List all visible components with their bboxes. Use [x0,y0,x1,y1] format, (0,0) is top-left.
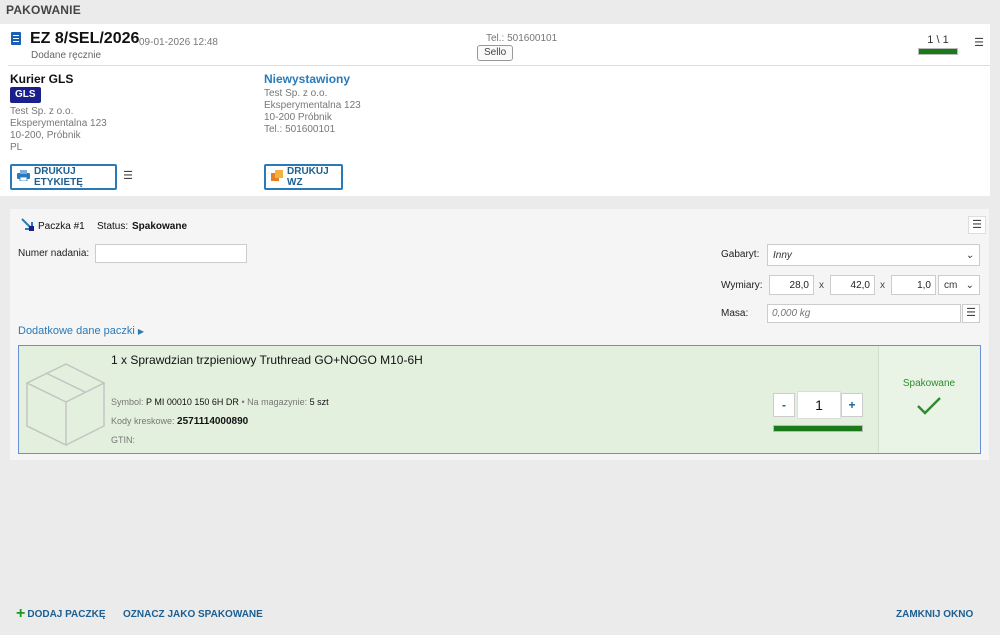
document-source: Dodane ręcznie [31,50,102,61]
mass-menu-icon[interactable]: ☰ [962,304,980,323]
item-packed-label: Spakowane [902,378,956,389]
dimension-unit-value: cm [944,279,958,291]
chevron-down-icon: ⌄ [965,279,974,291]
package-menu-icon[interactable]: ☰ [968,216,986,234]
carrier-address: Test Sp. z o.o. Eksperymentalna 123 10-2… [10,106,107,154]
package-name: Paczka #1 [38,221,85,232]
carrier-address-line: Test Sp. z o.o. [10,106,74,117]
package-arrow-icon [21,218,35,232]
decrease-quantity-button[interactable]: - [773,393,795,417]
recipient-address: Test Sp. z o.o. Eksperymentalna 123 10-2… [264,88,361,136]
gtin-label: GTIN: [111,435,135,445]
item-title: 1 x Sprawdzian trzpieniowy Truthread GO+… [111,353,423,367]
barcode-label: Kody kreskowe: [111,416,175,426]
dimension-separator: x [880,280,885,291]
carrier-address-line: PL [10,142,23,153]
carrier-address-line: 10-200, Próbnik [10,130,81,141]
counter-progress-bar [918,48,958,55]
size-select[interactable]: Inny ⌄ [767,244,980,266]
increase-quantity-button[interactable]: + [841,393,863,417]
add-package-text: DODAJ PACZKĘ [27,608,106,620]
package-status-label: Status: [97,221,129,232]
tracking-label: Numer nadania: [18,248,90,259]
size-select-value: Inny [773,249,792,261]
caret-right-icon: ▶ [137,327,145,336]
extra-package-data-link[interactable]: Dodatkowe dane paczki ▶ [18,325,144,337]
item-meta-line: Symbol: P MI 00010 150 6H DR • Na magazy… [111,397,329,407]
order-menu-icon[interactable]: ☰ [970,35,988,53]
document-number: EZ 8/SEL/2026 [30,30,140,47]
package-status-value: Spakowane [132,221,188,232]
chevron-down-icon: ⌄ [965,249,974,261]
document-print-icon [271,170,283,184]
dimensions-label: Wymiary: [721,280,763,291]
stock-value: 5 szt [309,397,329,407]
customer-phone: Tel.: 501600101 [486,33,558,44]
print-wz-text: DRUKUJ WZ [287,166,329,188]
print-label-button[interactable]: DRUKUJ ETYKIETĘ [10,164,117,190]
barcode-line: Kody kreskowe: 2571114000890 [111,416,248,427]
stock-label: Na magazynie: [247,397,308,407]
carrier-address-line: Eksperymentalna 123 [10,118,107,129]
quantity-value[interactable]: 1 [797,391,841,419]
document-icon [11,32,21,45]
mark-packed-button[interactable]: OZNACZ JAKO SPAKOWANE [123,609,263,620]
carrier-badge: GLS [10,87,41,103]
dimension-unit-select[interactable]: cm ⌄ [938,275,980,295]
invoice-status[interactable]: Niewystawiony [264,72,350,86]
channel-badge: Sello [477,45,514,61]
recipient-address-line: Tel.: 501600101 [264,124,336,135]
dimension-height-input[interactable] [891,275,936,295]
close-window-button[interactable]: ZAMKNIJ OKNO [896,609,973,620]
recipient-address-line: 10-200 Próbnik [264,112,332,123]
document-date: 09-01-2026 12:48 [139,37,218,48]
barcode-value: 2571114000890 [177,416,249,427]
extra-package-data-text: Dodatkowe dane paczki [18,325,135,337]
symbol-value: P MI 00010 150 6H DR [146,397,239,407]
add-package-button[interactable]: + DODAJ PACZKĘ [16,605,106,622]
print-wz-button[interactable]: DRUKUJ WZ [264,164,343,190]
plus-icon: + [16,605,26,622]
size-label: Gabaryt: [721,249,760,260]
print-label-text: DRUKUJ ETYKIETĘ [34,166,83,188]
dimension-width-input[interactable] [830,275,875,295]
product-box-icon [24,356,106,449]
recipient-address-line: Test Sp. z o.o. [264,88,328,99]
label-options-menu-icon[interactable]: ☰ [119,168,137,186]
tracking-number-input[interactable] [95,244,247,263]
header-divider [8,65,990,66]
carrier-title: Kurier GLS [10,72,74,86]
page-title: PAKOWANIE [6,3,81,17]
dimension-separator: x [819,280,824,291]
mass-label: Masa: [721,308,749,319]
printer-icon [17,170,30,184]
symbol-label: Symbol: [111,397,144,407]
recipient-address-line: Eksperymentalna 123 [264,100,361,111]
quantity-progress-bar [773,425,863,432]
package-counter: 1 \ 1 [927,34,949,46]
mass-input[interactable] [767,304,961,323]
checkmark-icon [916,396,942,419]
dimension-length-input[interactable] [769,275,814,295]
